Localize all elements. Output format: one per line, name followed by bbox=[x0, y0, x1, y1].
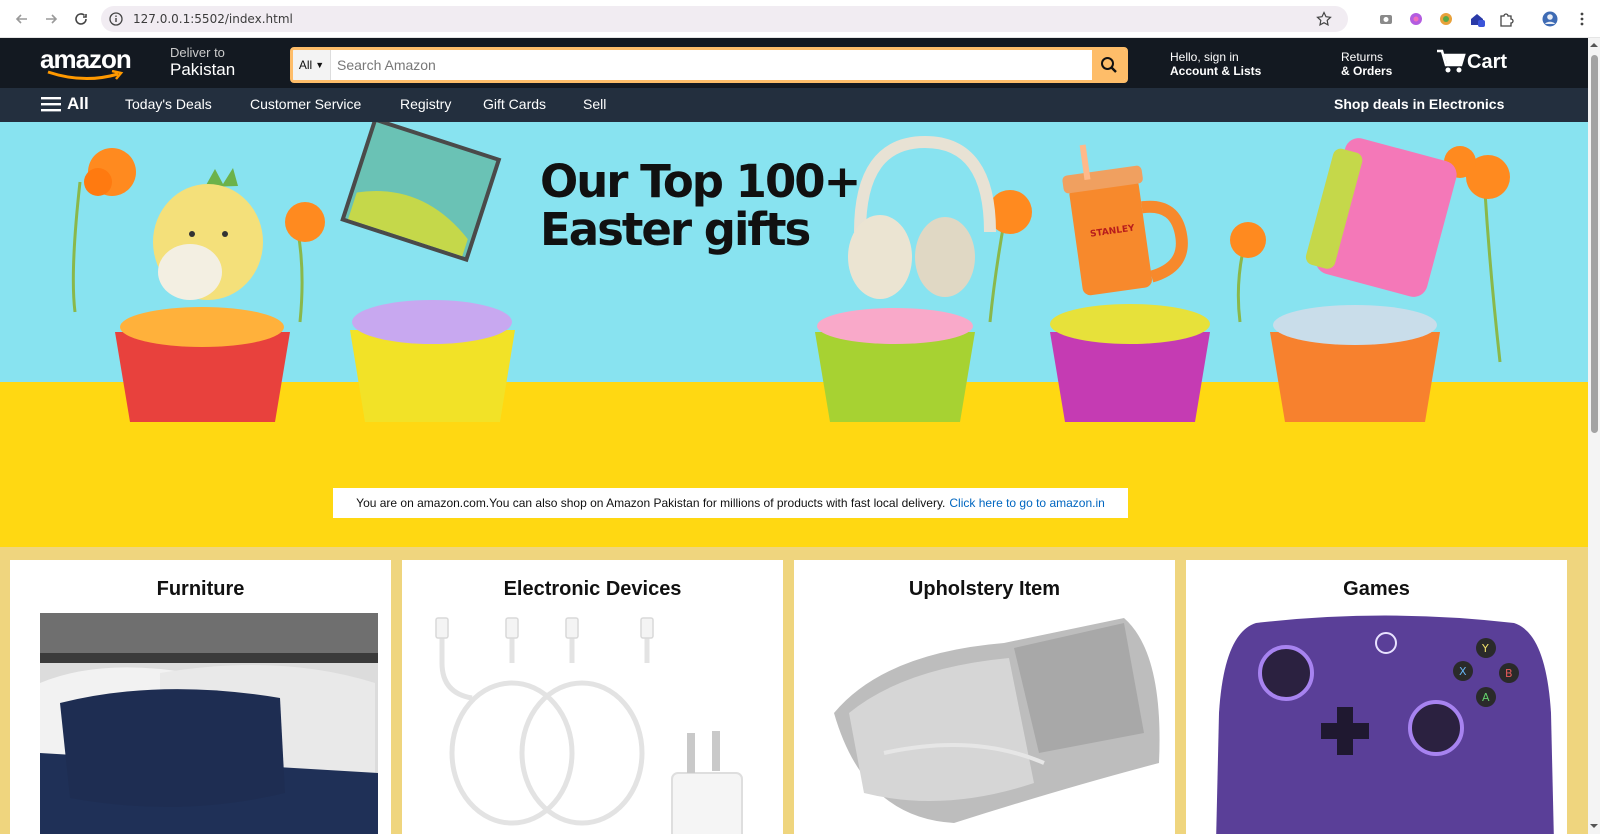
account-lists[interactable]: Hello, sign in Account & Lists bbox=[1170, 51, 1261, 79]
basket-red bbox=[115, 307, 290, 422]
svg-text:A: A bbox=[1482, 691, 1490, 704]
basket-yellow bbox=[350, 300, 515, 422]
upholstery-image[interactable] bbox=[824, 613, 1162, 834]
nav-customer-service[interactable]: Customer Service bbox=[250, 96, 361, 112]
card-title: Furniture bbox=[156, 578, 245, 600]
card-title: Electronic Devices bbox=[503, 578, 682, 600]
sub-navigation: All Today's Deals Customer Service Regis… bbox=[0, 88, 1588, 122]
pink-case bbox=[1305, 138, 1457, 297]
svg-text:B: B bbox=[1505, 667, 1513, 680]
deliver-to[interactable]: Deliver to Pakistan bbox=[170, 46, 235, 80]
hamburger-menu-icon bbox=[41, 97, 61, 112]
card-upholstery-item[interactable]: Upholstery Item bbox=[794, 560, 1175, 834]
easter-baskets bbox=[115, 300, 1440, 422]
color-extension-icon[interactable] bbox=[1406, 9, 1426, 29]
card-title: Games bbox=[1343, 578, 1410, 600]
pineapple-plush bbox=[153, 168, 263, 300]
scroll-down-icon[interactable] bbox=[1589, 822, 1599, 830]
region-notice: You are on amazon.com.You can also shop … bbox=[333, 488, 1128, 518]
forward-icon[interactable] bbox=[37, 5, 65, 33]
headphones bbox=[848, 135, 996, 299]
hero-banner[interactable]: STANLEY Our Top 100+ Easter gifts You ar… bbox=[0, 122, 1588, 547]
electronics-deals-link[interactable]: Shop deals in Electronics bbox=[1334, 96, 1504, 112]
games-image[interactable]: Y X B A bbox=[1216, 613, 1554, 834]
nav-registry[interactable]: Registry bbox=[400, 96, 451, 112]
bookmark-star-icon[interactable] bbox=[1316, 11, 1332, 27]
amazon-in-link[interactable]: Click here to go to amazon.in bbox=[949, 496, 1104, 510]
svg-text:X: X bbox=[1459, 665, 1467, 678]
cart-icon bbox=[1437, 49, 1466, 73]
returns-orders[interactable]: Returns & Orders bbox=[1341, 51, 1392, 79]
search-category-select[interactable]: All ▼ bbox=[293, 50, 331, 80]
basket-orange bbox=[1270, 305, 1440, 422]
address-bar[interactable]: 127.0.0.1:5502/index.html bbox=[101, 6, 1348, 32]
back-icon[interactable] bbox=[8, 5, 36, 33]
chevron-down-icon: ▼ bbox=[315, 60, 325, 70]
header-bar: amazon Deliver to Pakistan All▼ Hello, s… bbox=[0, 38, 1588, 88]
site-info-icon[interactable] bbox=[109, 12, 123, 26]
search-input[interactable] bbox=[331, 50, 1092, 80]
card-furniture[interactable]: Furniture bbox=[10, 560, 391, 834]
hero-headline: Our Top 100+ Easter gifts bbox=[540, 155, 861, 256]
scroll-up-icon[interactable] bbox=[1589, 41, 1599, 49]
logo-smile-icon bbox=[47, 70, 124, 81]
all-menu-button[interactable]: All bbox=[41, 94, 89, 114]
amazon-page: amazon Deliver to Pakistan All▼ Hello, s… bbox=[0, 38, 1588, 834]
nav-sell[interactable]: Sell bbox=[583, 96, 606, 112]
reload-icon[interactable] bbox=[67, 5, 95, 33]
extensions-puzzle-icon[interactable] bbox=[1496, 9, 1516, 29]
basket-purple bbox=[1050, 304, 1210, 422]
search-button[interactable] bbox=[1092, 50, 1125, 80]
profile-avatar-icon[interactable] bbox=[1540, 9, 1560, 29]
search-icon bbox=[1100, 57, 1117, 73]
electronic-devices-image[interactable] bbox=[432, 613, 770, 834]
browser-toolbar: 127.0.0.1:5502/index.html bbox=[0, 0, 1600, 38]
scrollbar-thumb[interactable] bbox=[1591, 55, 1598, 433]
flower-extension-icon[interactable] bbox=[1436, 9, 1456, 29]
nav-gift-cards[interactable]: Gift Cards bbox=[483, 96, 546, 112]
amazon-logo[interactable]: amazon bbox=[40, 46, 132, 81]
browser-menu-icon[interactable] bbox=[1572, 9, 1592, 29]
home-extension-icon[interactable] bbox=[1467, 9, 1487, 29]
nav-todays-deals[interactable]: Today's Deals bbox=[125, 96, 212, 112]
search-bar: All ▼ bbox=[290, 47, 1128, 83]
furniture-image[interactable] bbox=[40, 613, 378, 834]
book-runaway-bunny bbox=[340, 122, 502, 263]
basket-green bbox=[815, 308, 975, 422]
url-text[interactable]: 127.0.0.1:5502/index.html bbox=[133, 12, 293, 26]
category-cards: Furniture Electronic Devices Upholstery … bbox=[0, 547, 1588, 834]
card-games[interactable]: Games Y X B A bbox=[1186, 560, 1567, 834]
screenshot-extension-icon[interactable] bbox=[1376, 9, 1396, 29]
cart-button[interactable]: Cart bbox=[1436, 48, 1507, 74]
svg-text:Y: Y bbox=[1481, 642, 1489, 655]
stanley-tumbler: STANLEY bbox=[1062, 144, 1188, 296]
card-title: Upholstery Item bbox=[908, 578, 1061, 600]
card-electronic-devices[interactable]: Electronic Devices bbox=[402, 560, 783, 834]
